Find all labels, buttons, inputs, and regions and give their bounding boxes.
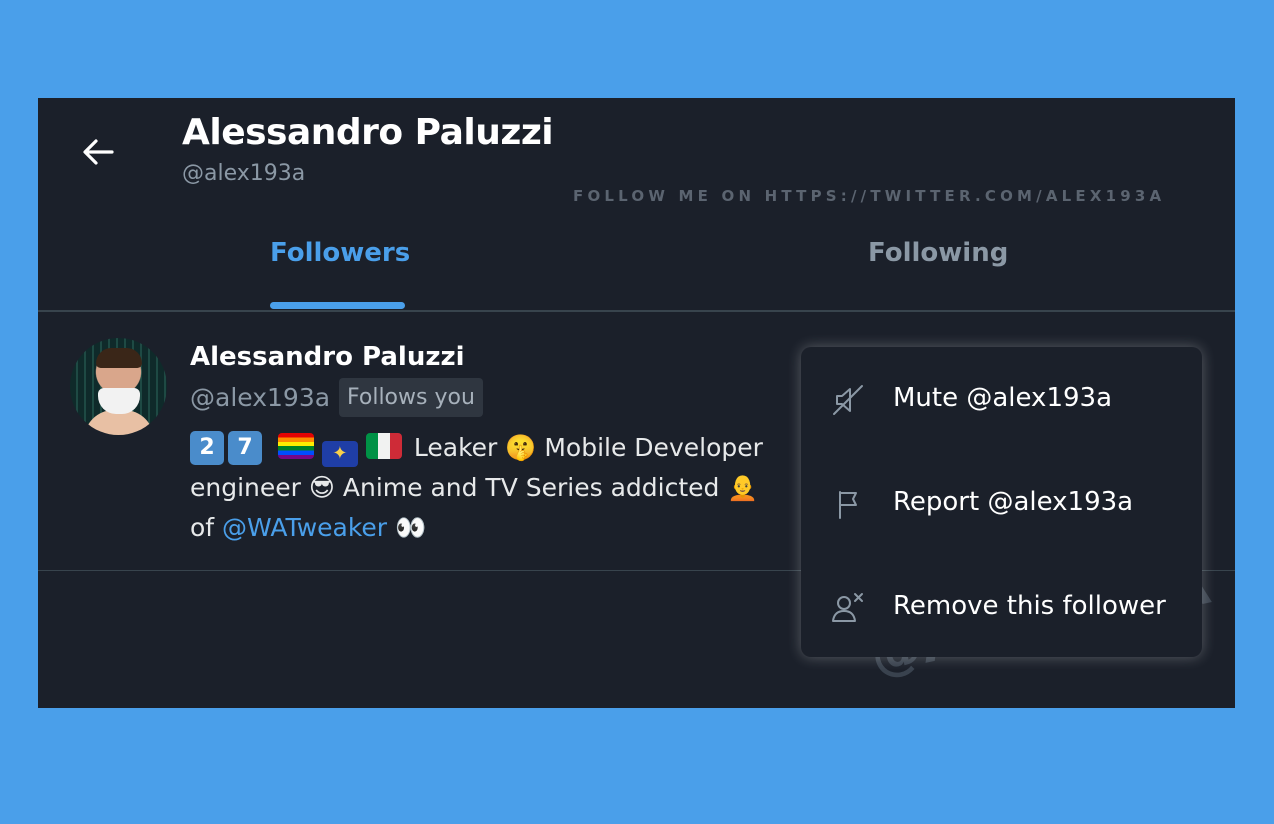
menu-item-mute-label: Mute @alex193a: [893, 383, 1113, 413]
follower-name[interactable]: Alessandro Paluzzi: [190, 342, 465, 372]
menu-item-mute[interactable]: Mute @alex193a: [801, 349, 1202, 449]
remove-follower-icon: [832, 593, 863, 622]
rainbow-flag-icon: [277, 433, 314, 459]
eu-flag-icon: ✦: [321, 441, 358, 467]
avatar[interactable]: [70, 338, 167, 435]
active-tab-indicator: [270, 302, 405, 309]
mute-icon: [833, 385, 863, 415]
bio-text-line-2: engineer 😎 Anime and TV Series addicted …: [190, 473, 759, 502]
tab-followers[interactable]: Followers: [270, 238, 410, 310]
follows-you-badge: Follows you: [339, 378, 483, 417]
follower-handle[interactable]: @alex193a: [190, 383, 330, 412]
page-handle: @alex193a: [182, 161, 306, 186]
bio-text-line-3-end: 👀: [387, 513, 427, 542]
number-2-emoji: 2: [190, 431, 224, 465]
avatar-hair: [96, 348, 142, 368]
flag-icon: [839, 491, 857, 519]
avatar-mask: [98, 388, 140, 414]
tabs-divider: [38, 310, 1235, 312]
back-button[interactable]: [78, 132, 118, 172]
bio-mention-link[interactable]: @WATweaker: [222, 513, 387, 542]
follower-actions-menu: Mute @alex193a Report @alex193a Remove t…: [801, 347, 1202, 657]
menu-item-remove-follower[interactable]: Remove this follower: [801, 557, 1202, 657]
arrow-left-icon: [83, 139, 114, 165]
menu-item-report-label: Report @alex193a: [893, 487, 1134, 517]
bio-text-line-3: of: [190, 513, 223, 542]
watermark-text: FOLLOW ME ON HTTPS://TWITTER.COM/ALEX193…: [573, 187, 1166, 205]
menu-item-remove-follower-label: Remove this follower: [893, 591, 1166, 621]
page-title: Alessandro Paluzzi: [182, 112, 554, 153]
italy-flag-icon: [365, 433, 402, 459]
app-window: Alessandro Paluzzi @alex193a FOLLOW ME O…: [38, 98, 1235, 708]
bio-text-line-1: Leaker 🤫 Mobile Developer: [405, 433, 763, 462]
tab-following[interactable]: Following: [868, 238, 1008, 310]
number-7-emoji: 7: [228, 431, 262, 465]
menu-item-report[interactable]: Report @alex193a: [801, 453, 1202, 553]
